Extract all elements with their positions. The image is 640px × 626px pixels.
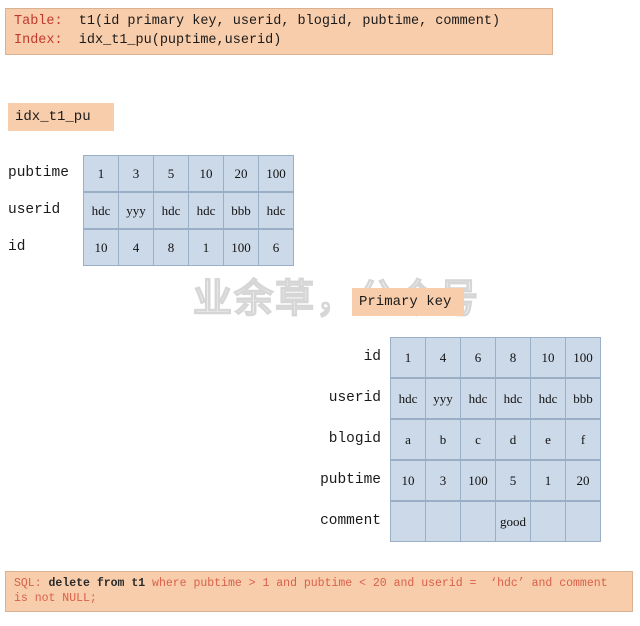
schema-row-index: Index: idx_t1_pu(puptime,userid) bbox=[14, 31, 546, 50]
table-cell: 4 bbox=[426, 338, 461, 378]
table-cell: 8 bbox=[154, 230, 189, 266]
table-cell: c bbox=[461, 420, 496, 460]
primary-key-badge: Primary key bbox=[352, 288, 464, 316]
schema-table-body: t1(id primary key, userid, blogid, pubti… bbox=[62, 14, 501, 29]
pk-row-label-pubtime: pubtime bbox=[320, 472, 381, 488]
table-cell: hdc bbox=[391, 379, 426, 419]
schema-row-table: Table: t1(id primary key, userid, blogid… bbox=[14, 12, 546, 31]
table-row: id 10 4 8 1 100 6 bbox=[8, 229, 294, 266]
schema-index-label: Index: bbox=[14, 33, 63, 48]
table-cell: hdc bbox=[531, 379, 566, 419]
table-cell: 10 bbox=[84, 230, 119, 266]
primary-key-badge-label: Primary key bbox=[359, 294, 452, 310]
index-row-cells-id: 10 4 8 1 100 6 bbox=[83, 229, 294, 266]
table-cell: 10 bbox=[531, 338, 566, 378]
table-row: userid hdc yyy hdc hdc hdc bbb bbox=[318, 378, 601, 419]
table-row: id 1 4 6 8 10 100 bbox=[318, 337, 601, 378]
pk-row-cells-userid: hdc yyy hdc hdc hdc bbb bbox=[390, 378, 601, 419]
table-cell: 100 bbox=[461, 461, 496, 501]
table-cell: 6 bbox=[461, 338, 496, 378]
table-cell: hdc bbox=[154, 193, 189, 229]
pk-row-cells-blogid: a b c d e f bbox=[390, 419, 601, 460]
table-cell: 1 bbox=[531, 461, 566, 501]
table-cell: 20 bbox=[566, 461, 601, 501]
index-row-label-pubtime: pubtime bbox=[8, 165, 69, 181]
index-table: pubtime 1 3 5 10 20 100 userid hdc yyy h… bbox=[8, 155, 294, 266]
schema-banner: Table: t1(id primary key, userid, blogid… bbox=[5, 8, 553, 55]
index-row-label-id: id bbox=[8, 239, 26, 255]
table-cell: a bbox=[391, 420, 426, 460]
sql-banner: SQL: delete from t1 where pubtime > 1 an… bbox=[5, 571, 633, 612]
table-cell: e bbox=[531, 420, 566, 460]
table-cell bbox=[391, 502, 426, 542]
table-cell: 100 bbox=[259, 156, 294, 192]
schema-table-label: Table: bbox=[14, 14, 63, 29]
table-cell: good bbox=[496, 502, 531, 542]
table-row: pubtime 10 3 100 5 1 20 bbox=[318, 460, 601, 501]
table-cell: 1 bbox=[391, 338, 426, 378]
pk-row-label-comment: comment bbox=[320, 513, 381, 529]
table-cell: 5 bbox=[496, 461, 531, 501]
table-cell: hdc bbox=[496, 379, 531, 419]
pk-row-label-userid: userid bbox=[328, 390, 381, 406]
table-cell: hdc bbox=[461, 379, 496, 419]
pk-row-cells-id: 1 4 6 8 10 100 bbox=[390, 337, 601, 378]
table-cell: 20 bbox=[224, 156, 259, 192]
sql-statement: SQL: delete from t1 where pubtime > 1 an… bbox=[14, 576, 624, 606]
schema-index-body: idx_t1_pu(puptime,userid) bbox=[62, 33, 282, 48]
table-cell: bbb bbox=[224, 193, 259, 229]
table-cell: 3 bbox=[426, 461, 461, 501]
table-row: comment good bbox=[318, 501, 601, 542]
pk-row-label-blogid: blogid bbox=[328, 431, 381, 447]
sql-segment-action: delete from t1 bbox=[48, 577, 153, 590]
table-cell: yyy bbox=[119, 193, 154, 229]
pk-row-cells-pubtime: 10 3 100 5 1 20 bbox=[390, 460, 601, 501]
table-row: blogid a b c d e f bbox=[318, 419, 601, 460]
table-row: pubtime 1 3 5 10 20 100 bbox=[8, 155, 294, 192]
table-cell: 1 bbox=[84, 156, 119, 192]
table-row: userid hdc yyy hdc hdc bbb hdc bbox=[8, 192, 294, 229]
table-cell: 5 bbox=[154, 156, 189, 192]
table-cell: hdc bbox=[189, 193, 224, 229]
index-name-badge-label: idx_t1_pu bbox=[15, 109, 91, 125]
table-cell: 100 bbox=[224, 230, 259, 266]
table-cell: hdc bbox=[84, 193, 119, 229]
table-cell: bbb bbox=[566, 379, 601, 419]
table-cell: 100 bbox=[566, 338, 601, 378]
table-cell bbox=[461, 502, 496, 542]
table-cell: d bbox=[496, 420, 531, 460]
sql-segment-prefix: SQL: bbox=[14, 577, 49, 590]
table-cell: 6 bbox=[259, 230, 294, 266]
table-cell: 8 bbox=[496, 338, 531, 378]
index-row-cells-pubtime: 1 3 5 10 20 100 bbox=[83, 155, 294, 192]
index-row-cells-userid: hdc yyy hdc hdc bbb hdc bbox=[83, 192, 294, 229]
table-cell: 3 bbox=[119, 156, 154, 192]
pk-row-cells-comment: good bbox=[390, 501, 601, 542]
table-cell: 1 bbox=[189, 230, 224, 266]
table-cell: 4 bbox=[119, 230, 154, 266]
pk-row-label-id: id bbox=[363, 349, 381, 365]
table-cell: f bbox=[566, 420, 601, 460]
table-cell: yyy bbox=[426, 379, 461, 419]
table-cell: b bbox=[426, 420, 461, 460]
table-cell: 10 bbox=[391, 461, 426, 501]
index-row-label-userid: userid bbox=[8, 202, 61, 218]
table-cell bbox=[531, 502, 566, 542]
primary-key-table: id 1 4 6 8 10 100 userid hdc yyy hdc hdc… bbox=[318, 337, 601, 542]
table-cell bbox=[566, 502, 601, 542]
table-cell bbox=[426, 502, 461, 542]
index-name-badge: idx_t1_pu bbox=[8, 103, 114, 131]
table-cell: 10 bbox=[189, 156, 224, 192]
table-cell: hdc bbox=[259, 193, 294, 229]
